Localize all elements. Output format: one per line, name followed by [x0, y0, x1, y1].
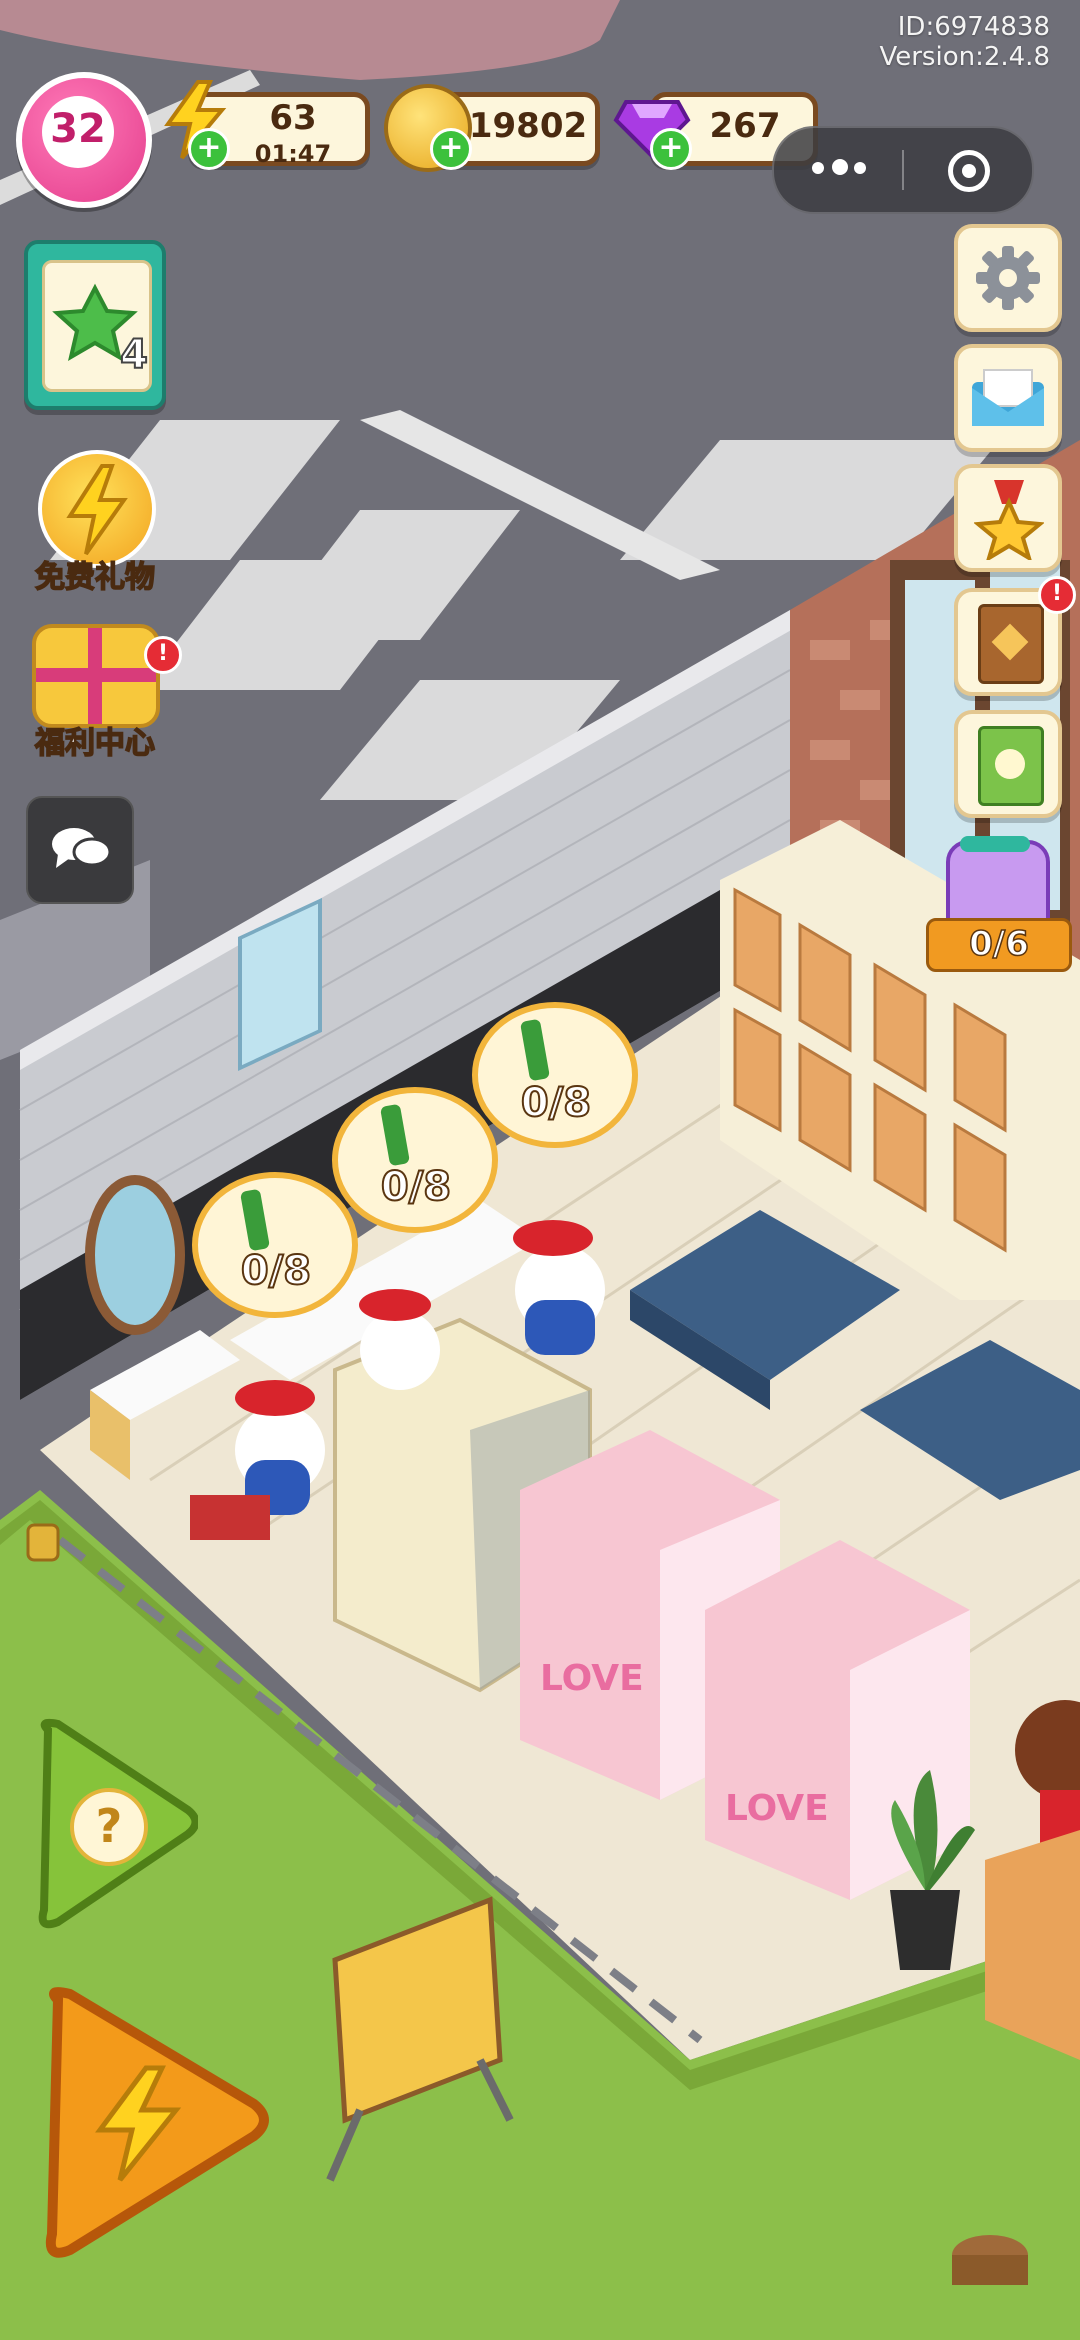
energy-add-button[interactable]: +	[188, 128, 230, 170]
svg-text:LOVE: LOVE	[540, 1658, 644, 1699]
sink-repair-progress[interactable]: 0/8	[206, 1247, 346, 1295]
chat-button[interactable]	[26, 796, 134, 904]
boost-button[interactable]	[34, 1980, 274, 2270]
collection-book-button[interactable]: !	[954, 576, 1076, 696]
gift-lightning-icon	[38, 450, 156, 568]
more-dots-icon	[812, 159, 866, 176]
task-clipboard-button[interactable]: 4	[24, 240, 166, 410]
guide-book-button[interactable]	[954, 710, 1062, 818]
help-button[interactable]: ?	[28, 1710, 200, 1940]
settings-button[interactable]	[954, 224, 1062, 332]
target-circle-icon	[948, 150, 990, 192]
task-count-badge: 4	[119, 331, 149, 379]
miniprogram-capsule	[772, 126, 1034, 214]
sink-repair-progress[interactable]: 0/8	[486, 1079, 626, 1127]
free-gift-label: 免费礼物	[34, 559, 156, 596]
more-menu-button[interactable]	[774, 128, 902, 212]
jar-progress-label: 0/6	[968, 923, 1029, 965]
question-icon: ?	[70, 1788, 148, 1866]
welfare-center-label: 福利中心	[34, 725, 156, 762]
achievement-button[interactable]	[954, 464, 1062, 572]
welfare-alert-badge: !	[144, 636, 182, 674]
mail-icon	[970, 368, 1046, 432]
sink-repair-progress[interactable]: 0/8	[346, 1163, 486, 1211]
energy-timer: 01:47	[254, 140, 332, 168]
level-number: 32	[50, 106, 106, 152]
heart-level-icon: 32	[42, 96, 114, 168]
gear-icon	[972, 242, 1044, 318]
svg-text:LOVE: LOVE	[725, 1788, 829, 1829]
chat-icon	[50, 824, 112, 878]
coin-value: 19802	[468, 106, 588, 146]
green-book-icon	[978, 726, 1044, 806]
gift-box-icon	[32, 624, 160, 728]
mail-button[interactable]	[954, 344, 1062, 452]
welfare-center-button[interactable]: ! 福利中心	[10, 610, 182, 762]
close-miniprogram-button[interactable]	[904, 128, 1032, 212]
version-label: Version:2.4.8	[879, 42, 1050, 72]
jar-reward-button[interactable]: 0/6	[926, 836, 1072, 976]
gem-add-button[interactable]: +	[650, 128, 692, 170]
coin-add-button[interactable]: +	[430, 128, 472, 170]
lightning-icon	[90, 2064, 186, 2188]
star-medal-icon	[972, 476, 1046, 564]
player-id: ID:6974838	[897, 12, 1050, 42]
energy-value: 63	[269, 98, 317, 138]
heart-book-icon	[978, 604, 1044, 684]
book-alert-badge: !	[1038, 576, 1076, 614]
level-badge[interactable]: 32	[16, 72, 152, 208]
jar-progress-plate: 0/6	[926, 918, 1072, 972]
free-gift-button[interactable]: 免费礼物	[10, 440, 180, 600]
